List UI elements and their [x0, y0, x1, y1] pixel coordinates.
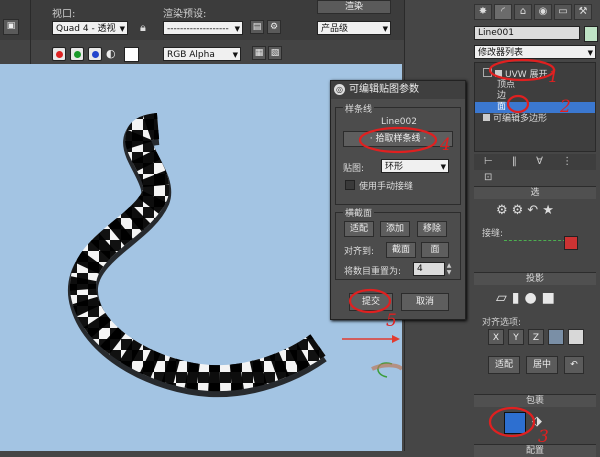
annotation-circle-pick	[358, 126, 438, 154]
annotation-number-2: 2	[559, 97, 571, 117]
annotation-number-3: 3	[538, 427, 549, 447]
annotation-circle-face	[506, 94, 530, 114]
annotation-circle-wrap	[488, 406, 536, 438]
annotation-number-1: 1	[548, 67, 559, 87]
annotation-circle-uvw	[488, 58, 556, 82]
annotation-number-4: 4	[439, 135, 451, 155]
annotation-number-5: 5	[386, 311, 397, 331]
annotation-circle-commit	[348, 288, 392, 314]
annotation-overlay: 1 2 4 5 3	[348, 58, 571, 447]
